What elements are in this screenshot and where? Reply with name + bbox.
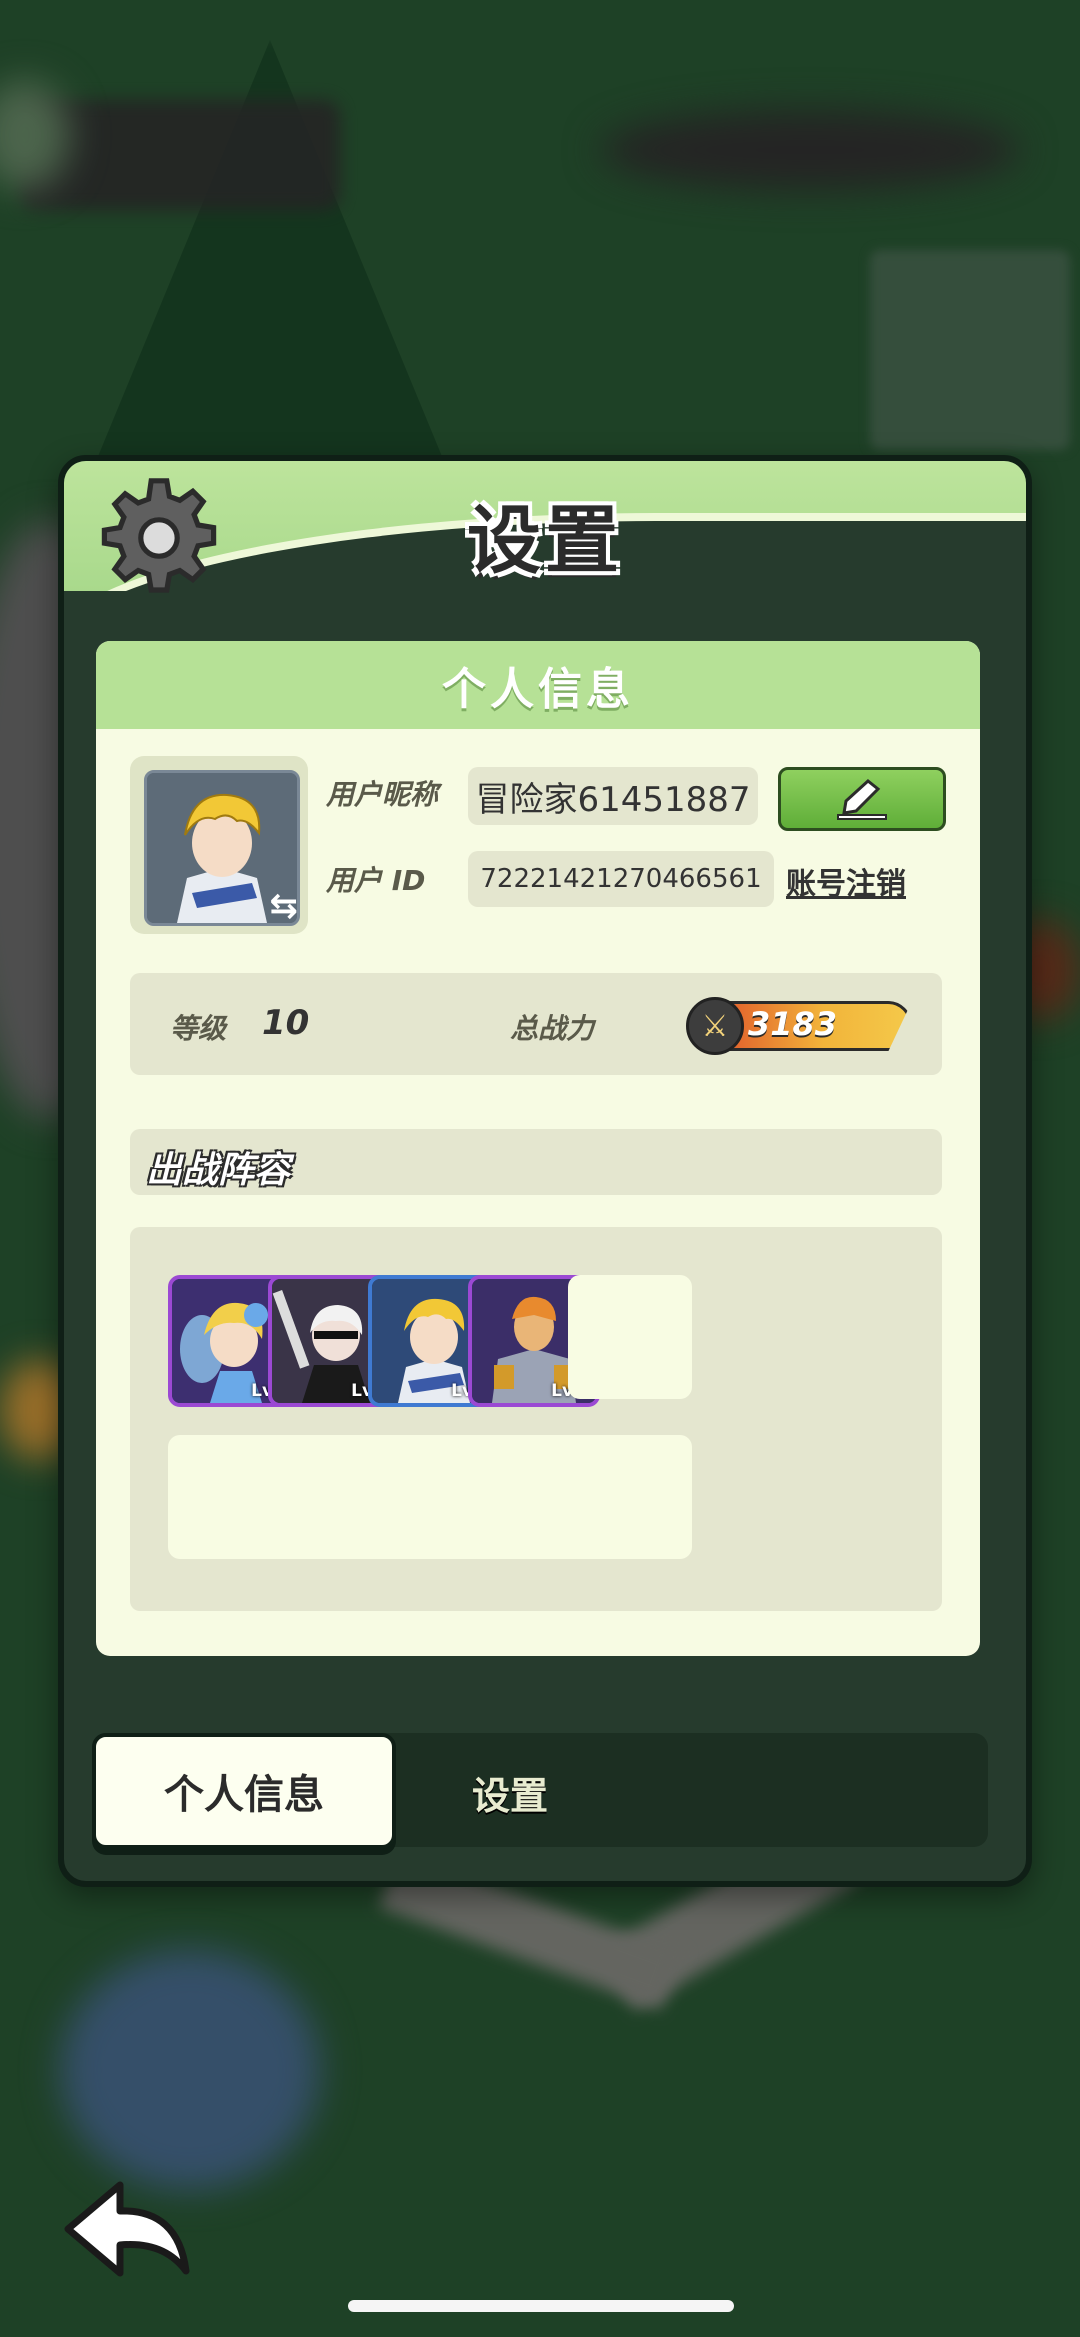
section-header: 个人信息: [96, 641, 980, 729]
stats-row: 等级 10 总战力 ⚔ 3183: [130, 973, 942, 1075]
empty-hero-slot[interactable]: [568, 1435, 692, 1559]
settings-panel: 设置 个人信息 ⇆ 用户昵称 冒险家61451887 用户 ID 7222142…: [58, 455, 1032, 1887]
nickname-field: 冒险家61451887: [468, 767, 758, 825]
delete-account-link[interactable]: 账号注销: [786, 859, 906, 903]
power-badge: ⚔ 3183: [686, 997, 916, 1055]
avatar[interactable]: ⇆: [130, 756, 308, 934]
power-value: 3183: [748, 1005, 838, 1043]
level-label: 等级: [170, 1012, 227, 1045]
level-value: 10: [262, 1003, 310, 1043]
profile-card: 个人信息 ⇆ 用户昵称 冒险家61451887 用户 ID 7222142127…: [96, 641, 980, 1656]
swap-avatar-icon: ⇆: [269, 886, 299, 926]
lineup-header: 出战阵容: [130, 1129, 942, 1195]
edit-nickname-button[interactable]: [778, 767, 946, 831]
lineup-grid: Lv.3 Lv.5: [130, 1227, 942, 1611]
power-label: 总战力: [510, 1012, 595, 1045]
pencil-icon: [837, 779, 887, 820]
nickname-label: 用户昵称: [326, 778, 439, 811]
user-id-label: 用户 ID: [326, 864, 426, 897]
user-id-field: 72221421270466561: [468, 851, 774, 907]
panel-tabs: 个人信息 设置: [92, 1733, 988, 1849]
home-indicator[interactable]: [348, 2300, 734, 2312]
lineup-title: 出战阵容: [146, 1150, 291, 1191]
back-arrow-icon[interactable]: [58, 2175, 198, 2285]
tab-settings[interactable]: 设置: [472, 1765, 548, 1820]
empty-hero-slot[interactable]: [568, 1275, 692, 1399]
tab-profile[interactable]: 个人信息: [92, 1733, 396, 1849]
crossed-swords-icon: ⚔: [686, 997, 744, 1055]
panel-title: 设置: [467, 498, 623, 584]
